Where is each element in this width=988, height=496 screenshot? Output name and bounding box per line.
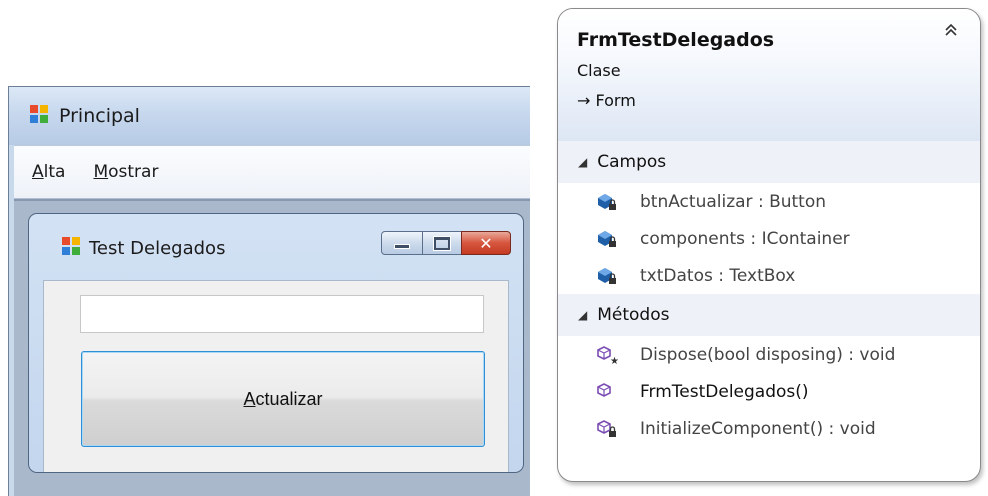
class-name: FrmTestDelegados — [577, 29, 775, 51]
collapse-chevron-icon[interactable] — [944, 23, 958, 40]
member-row[interactable]: txtDatos : TextBox — [558, 257, 980, 294]
expand-triangle-icon: ◢ — [578, 308, 588, 322]
minimize-icon — [394, 243, 410, 249]
private-field-icon — [596, 266, 626, 286]
maximize-icon — [434, 236, 450, 250]
maximize-button[interactable] — [422, 231, 462, 255]
private-field-icon — [596, 229, 626, 249]
private-method-icon — [596, 419, 626, 439]
principal-titlebar[interactable]: Principal — [9, 87, 530, 145]
section-campos[interactable]: ◢ Campos — [558, 141, 980, 183]
form-app-icon — [61, 236, 81, 260]
class-header: FrmTestDelegados Clase → Form — [558, 9, 980, 141]
member-row[interactable]: FrmTestDelegados() — [558, 373, 980, 410]
child-title: Test Delegados — [89, 237, 226, 259]
member-row[interactable]: InitializeComponent() : void — [558, 410, 980, 447]
child-client-area: Actualizar — [43, 280, 509, 472]
menu-alta[interactable]: Alta — [22, 162, 75, 182]
private-field-icon — [596, 192, 626, 212]
svg-text:★: ★ — [610, 356, 618, 365]
class-diagram-shape[interactable]: FrmTestDelegados Clase → Form ◢ Campos b… — [557, 8, 981, 482]
minimize-button[interactable] — [381, 231, 423, 255]
form-app-icon — [29, 104, 49, 128]
actualizar-button[interactable]: Actualizar — [81, 351, 485, 447]
menu-bar: Alta Mostrar — [14, 145, 530, 199]
menu-mostrar[interactable]: Mostrar — [83, 162, 168, 182]
member-row[interactable]: btnActualizar : Button — [558, 183, 980, 220]
txt-datos-input[interactable] — [80, 295, 484, 333]
section-metodos[interactable]: ◢ Métodos — [558, 294, 980, 336]
public-method-icon — [596, 382, 626, 402]
close-button[interactable]: ✕ — [461, 231, 511, 255]
close-icon: ✕ — [479, 233, 493, 253]
test-delegados-window: Test Delegados ✕ Actualizar — [28, 213, 524, 473]
class-base-type: → Form — [577, 91, 636, 110]
principal-title: Principal — [59, 105, 140, 127]
protected-method-icon: ★ — [596, 345, 626, 365]
child-titlebar[interactable]: Test Delegados ✕ — [29, 214, 523, 282]
caption-buttons: ✕ — [381, 231, 511, 255]
member-row[interactable]: ★ Dispose(bool disposing) : void — [558, 336, 980, 373]
member-row[interactable]: components : IContainer — [558, 220, 980, 257]
class-kind: Clase — [577, 61, 621, 80]
expand-triangle-icon: ◢ — [578, 155, 588, 169]
